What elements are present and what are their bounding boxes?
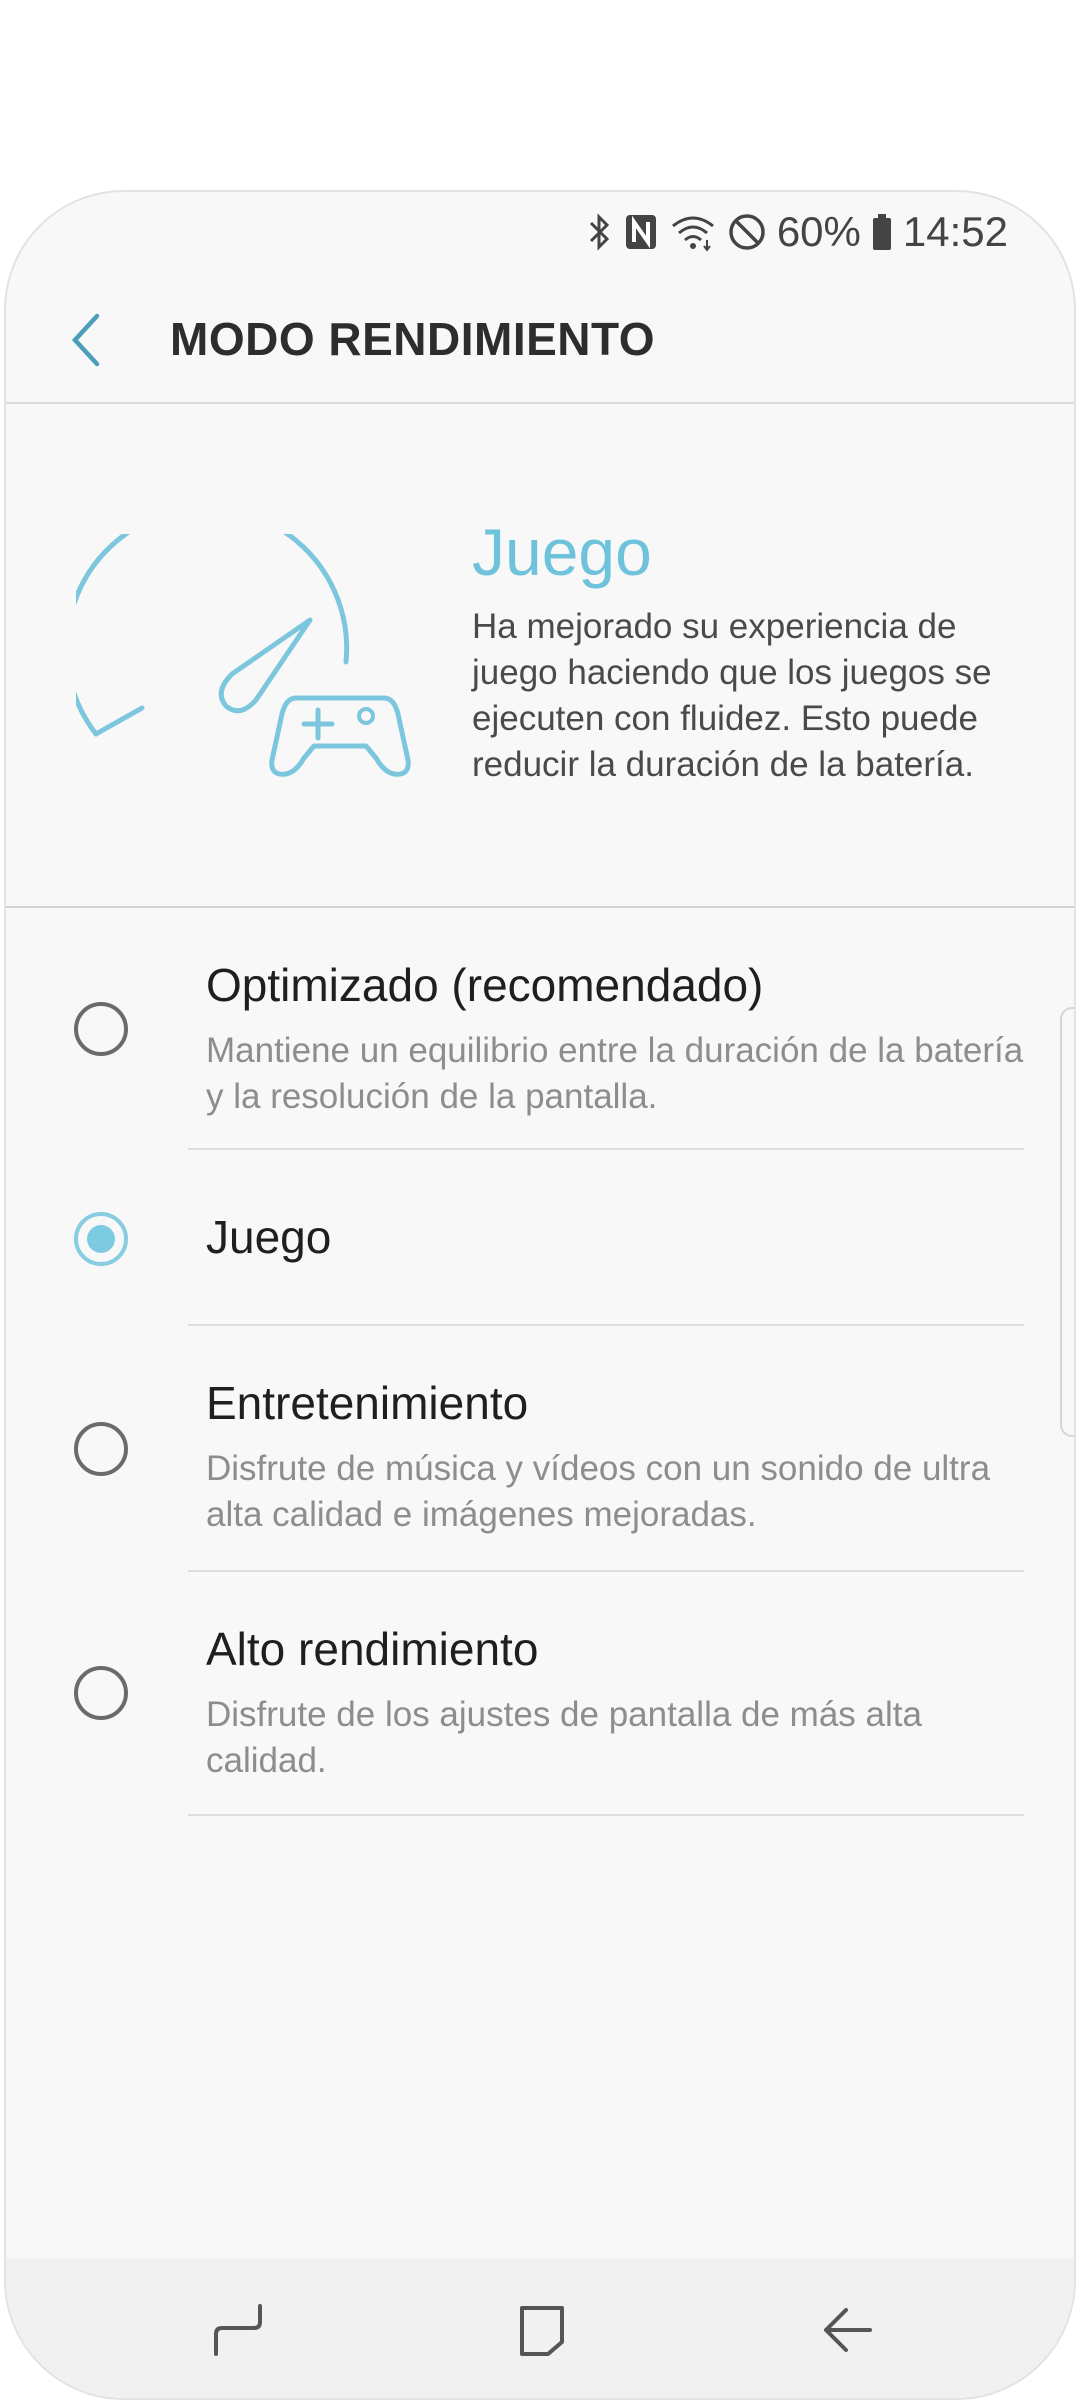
phone-screen: 60% 14:52 MODO RENDIMIENTO Juego Ha mejo… xyxy=(4,190,1076,2400)
option-title: Juego xyxy=(206,1211,332,1263)
battery-icon xyxy=(871,212,893,252)
chevron-left-icon xyxy=(71,313,100,367)
home-icon xyxy=(520,2306,564,2356)
option-optimized[interactable]: Optimizado (recomendado) Mantiene un equ… xyxy=(6,908,1074,1150)
option-game[interactable]: Juego xyxy=(6,1150,1074,1326)
option-description: Mantiene un equilibrio entre la duración… xyxy=(206,1031,1024,1116)
option-description: Disfrute de los ajustes de pantalla de m… xyxy=(206,1695,922,1780)
app-bar: MODO RENDIMIENTO xyxy=(6,278,1074,404)
recent-apps-icon xyxy=(214,2304,262,2356)
wifi-icon xyxy=(669,212,717,252)
option-title: Optimizado (recomendado) xyxy=(206,959,764,1011)
current-mode-description: Ha mejorado su experiencia de juego haci… xyxy=(472,607,992,784)
radio-optimized[interactable] xyxy=(74,1002,128,1056)
option-title: Alto rendimiento xyxy=(206,1623,539,1675)
edge-panel-handle[interactable] xyxy=(1060,1007,1074,1437)
option-high-performance[interactable]: Alto rendimiento Disfrute de los ajustes… xyxy=(6,1572,1074,1816)
radio-entertainment[interactable] xyxy=(74,1422,128,1476)
option-title: Entretenimiento xyxy=(206,1377,529,1429)
option-entertainment[interactable]: Entretenimiento Disfrute de música y víd… xyxy=(6,1326,1074,1572)
back-button[interactable] xyxy=(54,300,120,380)
recent-apps-button[interactable] xyxy=(206,2298,270,2362)
navigation-bar xyxy=(6,2258,1074,2398)
status-bar: 60% 14:52 xyxy=(587,202,1008,262)
bluetooth-icon xyxy=(587,212,613,252)
clock: 14:52 xyxy=(902,208,1008,255)
mode-summary: Juego Ha mejorado su experiencia de jueg… xyxy=(6,404,1074,908)
radio-high-performance[interactable] xyxy=(74,1666,128,1720)
page-title: MODO RENDIMIENTO xyxy=(170,313,656,365)
option-description: Disfrute de música y vídeos con un sonid… xyxy=(206,1449,991,1534)
do-not-disturb-icon xyxy=(727,212,767,252)
back-icon xyxy=(824,2308,872,2352)
home-button[interactable] xyxy=(510,2298,574,2362)
radio-game[interactable] xyxy=(74,1212,128,1266)
current-mode-title: Juego xyxy=(472,515,652,589)
back-nav-button[interactable] xyxy=(814,2298,878,2362)
nfc-icon xyxy=(623,212,659,252)
divider xyxy=(188,1814,1024,1816)
speedometer-gamepad-icon xyxy=(64,505,416,794)
battery-percent: 60% xyxy=(776,208,861,255)
